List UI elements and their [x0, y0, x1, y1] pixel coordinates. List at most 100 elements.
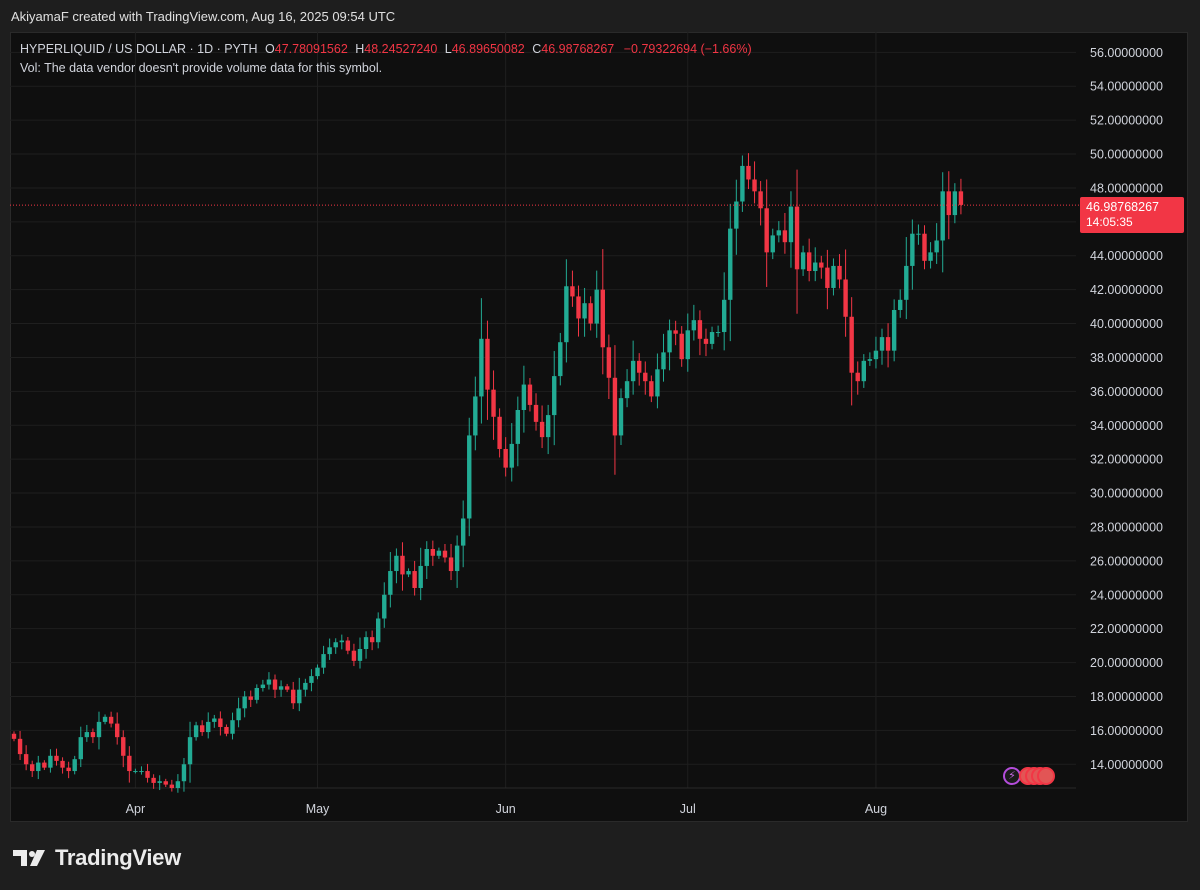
candle-body: [96, 721, 102, 738]
candle-body: [454, 545, 460, 572]
candle-body: [376, 618, 381, 643]
candle-body: [825, 267, 830, 288]
candle-body: [904, 265, 909, 300]
candle-body: [831, 265, 836, 288]
candle-body: [60, 760, 65, 768]
price-axis-label: 18.00000000: [1090, 690, 1163, 704]
candle-body: [588, 303, 593, 324]
candle-body: [479, 338, 484, 397]
candle-body: [442, 550, 448, 558]
candle-body: [303, 682, 308, 690]
candle-body: [867, 359, 873, 361]
candle-body: [837, 265, 842, 280]
candle-body: [224, 726, 229, 734]
price-axis-label: 38.00000000: [1090, 351, 1163, 365]
candle-body: [685, 330, 690, 360]
price-chart[interactable]: 56.00000000 54.00000000 52.00000000 50.0000…: [10, 32, 1188, 822]
candle-body: [394, 555, 399, 572]
time-axis-label: Jul: [680, 802, 696, 816]
candle-body: [17, 738, 23, 755]
candle-body: [782, 230, 788, 243]
candle-body: [873, 350, 879, 360]
tradingview-logo-icon: [13, 850, 45, 866]
candle-body: [321, 654, 326, 668]
low-value: 46.89650082: [451, 42, 525, 56]
us-flag-event-icon[interactable]: [1037, 767, 1055, 785]
price-axis-label: 34.00000000: [1090, 419, 1163, 433]
candle-body: [940, 191, 945, 241]
candle-body: [752, 179, 757, 192]
candle-body: [157, 781, 162, 783]
candle-body: [624, 381, 630, 399]
close-value: 46.98768267: [541, 42, 615, 56]
candle-body: [770, 235, 775, 253]
candle-body: [108, 716, 114, 724]
candle-body: [916, 233, 921, 235]
candle-body: [649, 381, 654, 397]
candle-body: [430, 548, 436, 556]
candle-body: [102, 716, 108, 722]
candle-body: [910, 233, 915, 266]
candle-body: [297, 689, 302, 704]
candle-body: [36, 762, 41, 772]
candle-body: [242, 696, 247, 709]
candle-body: [885, 337, 891, 351]
candle-body: [236, 708, 241, 721]
candle-body: [84, 732, 90, 738]
candle-body: [764, 208, 769, 253]
candle-body: [400, 555, 405, 575]
candle-body: [212, 718, 217, 722]
events-markers[interactable]: ⚡: [1003, 767, 1063, 787]
chart-caption: AkiyamaF created with TradingView.com, A…: [11, 9, 396, 24]
candle-body: [218, 718, 223, 727]
candle-body: [382, 594, 387, 619]
price-axis-label: 16.00000000: [1090, 724, 1163, 738]
candle-body: [175, 781, 181, 788]
candle-body: [460, 518, 466, 546]
candle-body: [266, 679, 272, 685]
candle-body: [206, 721, 211, 733]
price-axis-label: 54.00000000: [1090, 80, 1163, 94]
symbol-label[interactable]: HYPERLIQUID / US DOLLAR · 1D · PYTH: [20, 42, 258, 56]
candle-body: [339, 640, 344, 643]
candle-body: [606, 347, 612, 378]
candle-body: [145, 771, 150, 778]
candle-body: [558, 342, 563, 377]
price-axis-label: 26.00000000: [1090, 554, 1163, 568]
candle-body: [861, 360, 866, 382]
candle-body: [746, 165, 751, 180]
last-price-tag: 46.98768267 14:05:35: [1080, 197, 1184, 233]
candle-body: [539, 421, 545, 438]
candle-body: [673, 330, 678, 334]
candle-body: [515, 410, 521, 444]
candle-body: [667, 330, 672, 353]
candle-body: [30, 764, 35, 772]
candle-body: [788, 206, 794, 243]
candle-body: [703, 338, 709, 344]
candle-body: [545, 415, 551, 438]
candle-body: [448, 557, 454, 572]
candle-body: [582, 303, 587, 319]
price-axis-label: 32.00000000: [1090, 453, 1163, 467]
candle-body: [527, 384, 533, 405]
candle-body: [958, 191, 964, 205]
candle-body: [715, 332, 721, 334]
candle-body: [278, 686, 284, 690]
candle-body: [564, 286, 569, 343]
high-label: H: [355, 42, 365, 56]
price-axis-label: 28.00000000: [1090, 520, 1163, 534]
candle-body: [600, 289, 605, 348]
candle-body: [363, 637, 369, 650]
candle-body: [133, 771, 138, 773]
candle-body: [169, 784, 175, 788]
candle-body: [187, 737, 193, 765]
candle-body: [357, 649, 363, 661]
last-price-value: 46.98768267: [1086, 200, 1159, 214]
close-label: C: [532, 42, 542, 56]
candle-body: [199, 725, 205, 733]
candle-body: [946, 191, 951, 216]
candle-body: [485, 338, 490, 390]
candle-body: [42, 762, 47, 768]
tradingview-logo[interactable]: TradingView: [13, 845, 181, 871]
candle-body: [491, 389, 496, 417]
